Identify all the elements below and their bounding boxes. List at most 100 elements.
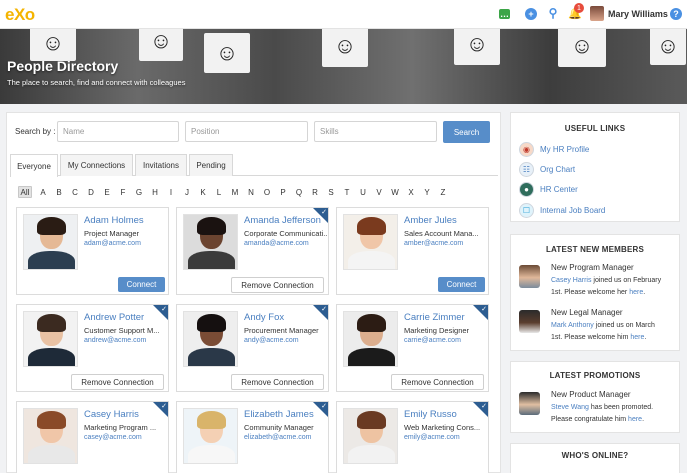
here-link[interactable]: here [629,289,643,296]
remove-connection-button[interactable]: Remove Connection [71,374,164,390]
person-name[interactable]: Elizabeth James [244,409,314,420]
person-photo[interactable] [343,408,398,464]
alphabet-filter-letter[interactable]: P [275,186,291,198]
photo-body [28,348,75,366]
notification-badge: 1 [574,3,584,13]
alphabet-filter-letter[interactable]: V [371,186,387,198]
exo-logo[interactable]: eXo [5,5,35,25]
alphabet-filter-letter[interactable]: X [403,186,419,198]
alphabet-filter-letter[interactable]: O [259,186,275,198]
alphabet-filter-letter[interactable]: G [131,186,147,198]
person-name[interactable]: Adam Holmes [84,215,144,226]
person-photo[interactable] [343,311,398,367]
alphabet-filter-letter[interactable]: Q [291,186,307,198]
person-email[interactable]: emily@acme.com [404,434,460,441]
person-photo[interactable] [23,311,78,367]
person-photo[interactable] [183,408,238,464]
link-org-chart[interactable]: ☷ Org Chart [519,161,575,177]
alphabet-filter-letter[interactable]: N [243,186,259,198]
user-name[interactable]: Mary Williams [608,9,668,19]
tab-my-connections[interactable]: My Connections [60,154,133,176]
remove-connection-button[interactable]: Remove Connection [231,277,324,293]
help-icon[interactable]: ? [670,8,682,20]
alphabet-filter-letter[interactable]: L [211,186,227,198]
alphabet-filter-letter[interactable]: K [195,186,211,198]
profile-icon: ◉ [519,141,534,157]
person-email[interactable]: amanda@acme.com [244,240,309,247]
here-link[interactable]: here [630,334,644,341]
person-photo[interactable] [23,214,78,270]
person-email[interactable]: elizabeth@acme.com [244,434,311,441]
alphabet-filter-letter[interactable]: H [147,186,163,198]
person-name[interactable]: Amber Jules [404,215,457,226]
alphabet-filter-letter[interactable]: A [35,186,51,198]
alphabet-filter-all[interactable]: All [18,186,32,198]
add-icon[interactable]: + [525,8,537,20]
chat-icon[interactable]: … [499,9,510,19]
person-email[interactable]: carrie@acme.com [404,337,461,344]
alphabet-filter-letter[interactable]: T [339,186,355,198]
person-photo[interactable] [183,214,238,270]
here-link[interactable]: here [628,416,642,423]
link-internal-job-board[interactable]: ☐ Internal Job Board [519,202,605,218]
alphabet-filter-letter[interactable]: M [227,186,243,198]
connected-check-icon: ✓ [321,403,327,410]
person-name[interactable]: Amanda Jefferson [244,215,321,226]
member-link[interactable]: Steve Wang [551,404,589,411]
user-avatar[interactable] [590,6,604,21]
alphabet-filter-letter[interactable]: F [115,186,131,198]
person-role: Project Manager [84,229,140,238]
directory-tabs: Everyone My Connections Invitations Pend… [10,154,498,177]
promotion-text-end: . [642,416,645,423]
person-name[interactable]: Emily Russo [404,409,457,420]
person-photo[interactable] [183,311,238,367]
link-my-hr-profile[interactable]: ◉ My HR Profile [519,141,589,157]
alphabet-filter-letter[interactable]: U [355,186,371,198]
person-photo[interactable] [23,408,78,464]
link-hr-center[interactable]: ● HR Center [519,181,578,197]
job-board-icon: ☐ [519,202,534,218]
search-button[interactable]: Search [443,121,490,143]
person-email[interactable]: andy@acme.com [244,337,299,344]
person-photo[interactable] [343,214,398,270]
position-search-input[interactable] [185,121,308,142]
alphabet-filter-letter[interactable]: Y [419,186,435,198]
useful-links-panel: USEFUL LINKS ◉ My HR Profile ☷ Org Chart… [510,112,680,222]
person-name[interactable]: Casey Harris [84,409,139,420]
person-name[interactable]: Andy Fox [244,312,284,323]
alphabet-filter-letter[interactable]: J [179,186,195,198]
connect-button[interactable]: Connect [118,277,165,292]
photo-hair [357,314,386,332]
search-icon[interactable]: ⚲ [547,6,559,20]
tab-everyone[interactable]: Everyone [10,154,58,177]
member-item: New Program Manager Casey Harris joined … [519,263,674,301]
tab-pending[interactable]: Pending [189,154,233,176]
member-text: Mark Anthony joined us on March [551,322,655,329]
alphabet-filter-letter[interactable]: W [387,186,403,198]
alphabet-filter-letter[interactable]: E [99,186,115,198]
member-link[interactable]: Casey Harris [551,277,591,284]
connect-button[interactable]: Connect [438,277,485,292]
alphabet-filter-letter[interactable]: B [51,186,67,198]
person-role: Marketing Designer [404,326,470,335]
remove-connection-button[interactable]: Remove Connection [391,374,484,390]
alphabet-filter-letter[interactable]: Z [435,186,451,198]
tab-invitations[interactable]: Invitations [135,154,187,176]
alphabet-filter-letter[interactable]: I [163,186,179,198]
member-link[interactable]: Mark Anthony [551,322,594,329]
person-email[interactable]: andrew@acme.com [84,337,146,344]
alphabet-filter-letter[interactable]: R [307,186,323,198]
alphabet-filter-letter[interactable]: C [67,186,83,198]
alphabet-filter-letter[interactable]: S [323,186,339,198]
name-search-input[interactable] [57,121,179,142]
latest-members-title: LATEST NEW MEMBERS [545,245,645,254]
person-email[interactable]: amber@acme.com [404,240,463,247]
person-name[interactable]: Andrew Potter [84,312,144,323]
person-email[interactable]: casey@acme.com [84,434,142,441]
alphabet-filter-letter[interactable]: D [83,186,99,198]
person-name[interactable]: Carrie Zimmer [404,312,465,323]
person-role: Customer Support M... [84,326,160,335]
remove-connection-button[interactable]: Remove Connection [231,374,324,390]
skills-search-input[interactable] [314,121,437,142]
person-email[interactable]: adam@acme.com [84,240,141,247]
